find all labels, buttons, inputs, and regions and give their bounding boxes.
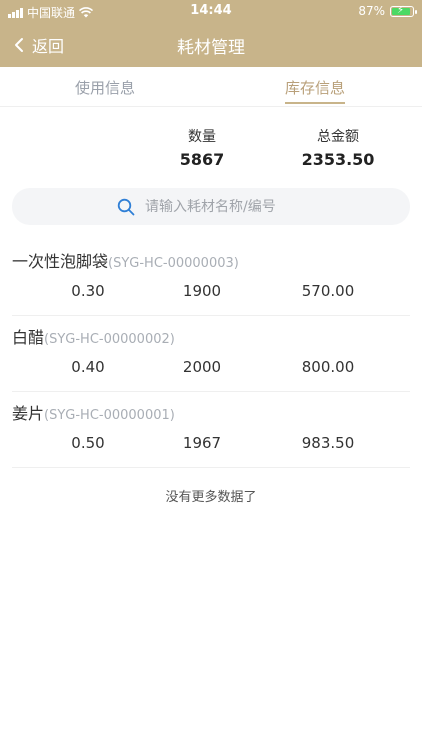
item-price: 0.50 bbox=[71, 434, 105, 452]
nav-bar: 返回 耗材管理 bbox=[0, 22, 422, 67]
list-item[interactable]: 姜片(SYG-HC-00000001) 0.50 1967 983.50 bbox=[12, 392, 410, 468]
amount-value: 2353.50 bbox=[301, 150, 375, 169]
amount-label: 总金额 bbox=[317, 129, 359, 145]
item-name: 白醋 bbox=[12, 328, 45, 347]
item-title: 白醋(SYG-HC-00000002) bbox=[12, 324, 175, 348]
item-code: (SYG-HC-00000002) bbox=[44, 332, 175, 347]
item-values: 0.50 1967 983.50 bbox=[12, 434, 410, 454]
item-code: (SYG-HC-00000001) bbox=[44, 408, 175, 423]
quantity-summary: 数量 5867 bbox=[172, 126, 232, 169]
quantity-label: 数量 bbox=[188, 129, 216, 145]
item-quantity: 1967 bbox=[182, 434, 222, 452]
search-bar[interactable] bbox=[12, 188, 410, 225]
item-name: 姜片 bbox=[12, 404, 45, 423]
search-icon[interactable] bbox=[117, 198, 135, 216]
quantity-value: 5867 bbox=[179, 150, 225, 169]
amount-summary: 总金额 2353.50 bbox=[298, 126, 378, 169]
header: 中国联通 14:44 87% ⚡ 返回 耗材管理 bbox=[0, 0, 422, 67]
active-tab-indicator bbox=[285, 102, 345, 104]
item-quantity: 2000 bbox=[182, 358, 222, 376]
consumables-list: 一次性泡脚袋(SYG-HC-00000003) 0.30 1900 570.00… bbox=[0, 240, 422, 468]
status-right: 87% ⚡ bbox=[358, 4, 417, 18]
item-name: 一次性泡脚袋 bbox=[12, 252, 109, 271]
page-title: 耗材管理 bbox=[177, 38, 245, 58]
tab-inventory-info[interactable]: 库存信息 bbox=[285, 77, 345, 98]
battery-percent: 87% bbox=[358, 4, 385, 18]
search-input[interactable] bbox=[145, 198, 305, 215]
item-price: 0.40 bbox=[71, 358, 105, 376]
list-item[interactable]: 一次性泡脚袋(SYG-HC-00000003) 0.30 1900 570.00 bbox=[12, 240, 410, 316]
battery-icon: ⚡ bbox=[390, 5, 417, 17]
list-item[interactable]: 白醋(SYG-HC-00000002) 0.40 2000 800.00 bbox=[12, 316, 410, 392]
item-values: 0.40 2000 800.00 bbox=[12, 358, 410, 378]
item-values: 0.30 1900 570.00 bbox=[12, 282, 410, 302]
item-total: 570.00 bbox=[301, 282, 355, 300]
no-more-data-text: 没有更多数据了 bbox=[165, 490, 257, 505]
item-title: 姜片(SYG-HC-00000001) bbox=[12, 400, 175, 424]
item-total: 800.00 bbox=[301, 358, 355, 376]
item-price: 0.30 bbox=[71, 282, 105, 300]
item-title: 一次性泡脚袋(SYG-HC-00000003) bbox=[12, 248, 239, 272]
item-code: (SYG-HC-00000003) bbox=[108, 256, 239, 271]
tab-bar: 使用信息 库存信息 bbox=[0, 67, 422, 107]
item-total: 983.50 bbox=[301, 434, 355, 452]
inventory-summary: 数量 5867 总金额 2353.50 bbox=[0, 120, 422, 180]
item-quantity: 1900 bbox=[182, 282, 222, 300]
status-bar: 中国联通 14:44 87% ⚡ bbox=[0, 0, 422, 22]
tab-usage-info[interactable]: 使用信息 bbox=[75, 77, 135, 98]
